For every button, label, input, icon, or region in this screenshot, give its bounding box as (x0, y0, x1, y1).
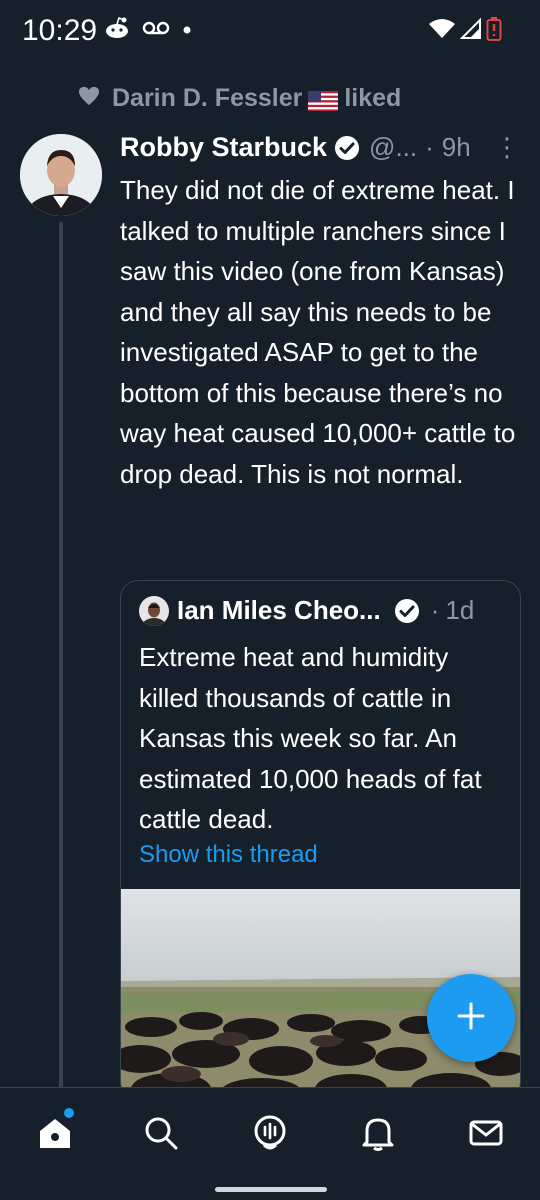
spaces-icon (250, 1113, 290, 1158)
messages-icon (467, 1114, 505, 1157)
quote-author-avatar (139, 595, 169, 626)
author-handle[interactable]: @... (369, 132, 417, 163)
compose-tweet-button[interactable] (427, 974, 515, 1062)
social-context: Darin D. Fessler liked (78, 84, 401, 113)
quote-time: 1d (445, 595, 475, 625)
search-icon (143, 1115, 179, 1156)
status-bar: 10:29 (0, 0, 540, 64)
battery-low-icon (486, 16, 502, 47)
plus-icon (456, 1001, 486, 1036)
us-flag-icon (308, 89, 339, 111)
reddit-icon (104, 16, 130, 45)
system-icons (428, 16, 502, 47)
bottom-navigation (0, 1087, 540, 1200)
heart-icon (78, 84, 100, 113)
notification-icons (104, 16, 192, 45)
tweet-header: Robby Starbuck @... · 9h ⋮ (120, 132, 520, 163)
quote-text: Extreme heat and humidity killed thousan… (139, 642, 482, 834)
separator: · (425, 132, 434, 162)
dot-icon (182, 22, 192, 40)
liker-name[interactable]: Darin D. Fessler (112, 84, 302, 113)
author-name[interactable]: Robby Starbuck (120, 132, 327, 163)
verified-badge-icon (393, 597, 421, 625)
wifi-icon (428, 18, 456, 45)
signal-icon (459, 17, 482, 45)
tweet-time[interactable]: 9h (442, 132, 471, 163)
voicemail-icon (142, 20, 170, 41)
nav-search[interactable] (136, 1110, 186, 1160)
nav-home[interactable] (30, 1108, 80, 1160)
more-options-icon[interactable]: ⋮ (494, 132, 520, 163)
nav-notifications[interactable] (353, 1110, 403, 1160)
show-thread-link[interactable]: Show this thread (139, 841, 318, 869)
notifications-icon (359, 1114, 397, 1157)
thread-line (59, 222, 63, 1090)
quote-separator: · (430, 595, 440, 625)
nav-spaces[interactable] (245, 1110, 295, 1160)
liked-label: liked (344, 84, 402, 112)
quote-header: Ian Miles Cheo... · 1d (139, 595, 509, 626)
verified-badge-icon (333, 134, 361, 162)
nav-messages[interactable] (461, 1110, 511, 1160)
quote-author-name[interactable]: Ian Miles Cheo... (177, 595, 381, 626)
new-content-dot (64, 1108, 74, 1118)
author-avatar[interactable] (20, 134, 102, 216)
gesture-bar[interactable] (215, 1187, 327, 1192)
tweet-text: They did not die of extreme heat. I talk… (120, 175, 516, 489)
home-icon (35, 1113, 75, 1158)
status-time: 10:29 (22, 14, 98, 47)
